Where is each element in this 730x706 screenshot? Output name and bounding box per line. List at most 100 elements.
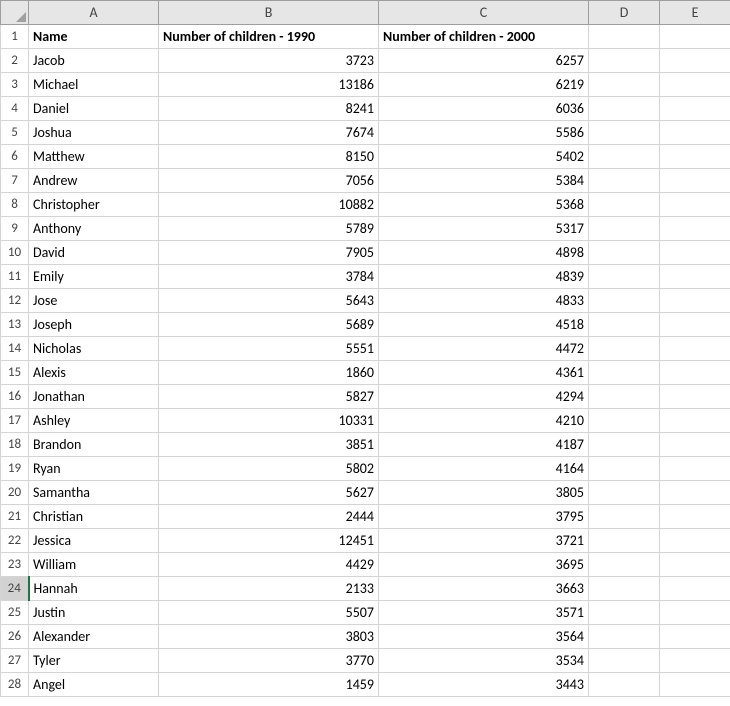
cell-D21[interactable] (589, 505, 660, 529)
row-header-7[interactable]: 7 (1, 169, 29, 193)
column-header-E[interactable]: E (660, 1, 730, 25)
cell-A1[interactable]: Name (29, 25, 159, 49)
row-header-4[interactable]: 4 (1, 97, 29, 121)
cell-B10[interactable]: 7905 (159, 241, 379, 265)
cell-D11[interactable] (589, 265, 660, 289)
row-header-20[interactable]: 20 (1, 481, 29, 505)
cell-E15[interactable] (660, 361, 730, 385)
column-header-B[interactable]: B (159, 1, 379, 25)
cell-A19[interactable]: Ryan (29, 457, 159, 481)
cell-C27[interactable]: 3534 (379, 649, 589, 673)
row-header-23[interactable]: 23 (1, 553, 29, 577)
cell-E19[interactable] (660, 457, 730, 481)
cell-D23[interactable] (589, 553, 660, 577)
cell-C18[interactable]: 4187 (379, 433, 589, 457)
cell-D8[interactable] (589, 193, 660, 217)
cell-A2[interactable]: Jacob (29, 49, 159, 73)
cell-E26[interactable] (660, 625, 730, 649)
cell-D12[interactable] (589, 289, 660, 313)
cell-C11[interactable]: 4839 (379, 265, 589, 289)
cell-E9[interactable] (660, 217, 730, 241)
cell-A4[interactable]: Daniel (29, 97, 159, 121)
cell-A5[interactable]: Joshua (29, 121, 159, 145)
cell-A3[interactable]: Michael (29, 73, 159, 97)
column-header-D[interactable]: D (589, 1, 660, 25)
cell-A9[interactable]: Anthony (29, 217, 159, 241)
cell-A27[interactable]: Tyler (29, 649, 159, 673)
cell-D14[interactable] (589, 337, 660, 361)
cell-C1[interactable]: Number of children - 2000 (379, 25, 589, 49)
cell-B22[interactable]: 12451 (159, 529, 379, 553)
row-header-21[interactable]: 21 (1, 505, 29, 529)
cell-B20[interactable]: 5627 (159, 481, 379, 505)
cell-A17[interactable]: Ashley (29, 409, 159, 433)
cell-C15[interactable]: 4361 (379, 361, 589, 385)
cell-B15[interactable]: 1860 (159, 361, 379, 385)
cell-A25[interactable]: Justin (29, 601, 159, 625)
cell-D5[interactable] (589, 121, 660, 145)
cell-D26[interactable] (589, 625, 660, 649)
cell-E23[interactable] (660, 553, 730, 577)
cell-A7[interactable]: Andrew (29, 169, 159, 193)
cell-A10[interactable]: David (29, 241, 159, 265)
row-header-14[interactable]: 14 (1, 337, 29, 361)
cell-E2[interactable] (660, 49, 730, 73)
cell-E28[interactable] (660, 673, 730, 697)
cell-B18[interactable]: 3851 (159, 433, 379, 457)
cell-D17[interactable] (589, 409, 660, 433)
cell-C14[interactable]: 4472 (379, 337, 589, 361)
cell-A12[interactable]: Jose (29, 289, 159, 313)
cell-E12[interactable] (660, 289, 730, 313)
cell-B4[interactable]: 8241 (159, 97, 379, 121)
cell-A28[interactable]: Angel (29, 673, 159, 697)
row-header-8[interactable]: 8 (1, 193, 29, 217)
cell-E24[interactable] (660, 577, 730, 601)
cell-E10[interactable] (660, 241, 730, 265)
cell-A6[interactable]: Matthew (29, 145, 159, 169)
cell-B12[interactable]: 5643 (159, 289, 379, 313)
row-header-1[interactable]: 1 (1, 25, 29, 49)
cell-E13[interactable] (660, 313, 730, 337)
cell-D25[interactable] (589, 601, 660, 625)
cell-C2[interactable]: 6257 (379, 49, 589, 73)
cell-D3[interactable] (589, 73, 660, 97)
cell-C4[interactable]: 6036 (379, 97, 589, 121)
cell-B5[interactable]: 7674 (159, 121, 379, 145)
cell-E17[interactable] (660, 409, 730, 433)
row-header-6[interactable]: 6 (1, 145, 29, 169)
cell-E22[interactable] (660, 529, 730, 553)
cell-B27[interactable]: 3770 (159, 649, 379, 673)
row-header-25[interactable]: 25 (1, 601, 29, 625)
cell-D4[interactable] (589, 97, 660, 121)
row-header-22[interactable]: 22 (1, 529, 29, 553)
cell-D27[interactable] (589, 649, 660, 673)
cell-D15[interactable] (589, 361, 660, 385)
cell-B14[interactable]: 5551 (159, 337, 379, 361)
row-header-9[interactable]: 9 (1, 217, 29, 241)
cell-B16[interactable]: 5827 (159, 385, 379, 409)
cell-B1[interactable]: Number of children - 1990 (159, 25, 379, 49)
cell-D13[interactable] (589, 313, 660, 337)
cell-C5[interactable]: 5586 (379, 121, 589, 145)
row-header-12[interactable]: 12 (1, 289, 29, 313)
column-header-A[interactable]: A (29, 1, 159, 25)
cell-E16[interactable] (660, 385, 730, 409)
cell-E21[interactable] (660, 505, 730, 529)
cell-B26[interactable]: 3803 (159, 625, 379, 649)
cell-D22[interactable] (589, 529, 660, 553)
cell-E18[interactable] (660, 433, 730, 457)
cell-D24[interactable] (589, 577, 660, 601)
cell-A11[interactable]: Emily (29, 265, 159, 289)
spreadsheet[interactable]: A B C D E 1NameNumber of children - 1990… (0, 0, 730, 706)
cell-B7[interactable]: 7056 (159, 169, 379, 193)
row-header-28[interactable]: 28 (1, 673, 29, 697)
row-header-19[interactable]: 19 (1, 457, 29, 481)
cell-E3[interactable] (660, 73, 730, 97)
row-header-3[interactable]: 3 (1, 73, 29, 97)
row-header-27[interactable]: 27 (1, 649, 29, 673)
cell-C20[interactable]: 3805 (379, 481, 589, 505)
cell-D20[interactable] (589, 481, 660, 505)
cell-A15[interactable]: Alexis (29, 361, 159, 385)
row-header-17[interactable]: 17 (1, 409, 29, 433)
cell-D2[interactable] (589, 49, 660, 73)
